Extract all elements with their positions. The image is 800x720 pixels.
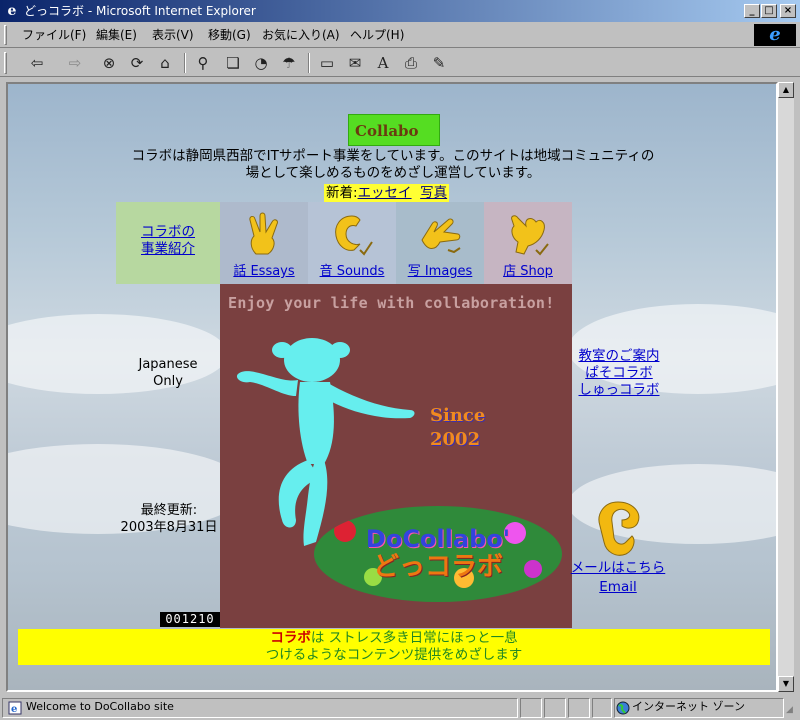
japanese-only-line-2: Only [153,374,183,389]
japanese-only-line-1: Japanese [138,357,198,372]
globe-icon [616,701,630,715]
minimize-button[interactable]: _ [744,4,760,18]
classroom-link[interactable]: 教室のご案内 [579,348,660,364]
menu-file[interactable]: ファイル(F) [22,28,86,42]
email-link[interactable]: Email [599,579,636,595]
status-pane-blank [544,698,566,718]
japanese-only: Japanese Only [118,356,218,390]
nav-business-line-1[interactable]: コラボの [141,224,195,240]
vertical-scrollbar[interactable]: ▲ ▼ [778,82,794,692]
hand-wave-icon [511,215,549,256]
news-photo-link[interactable]: 写真 [420,185,447,201]
mail-link[interactable]: メールはこちら [571,560,666,576]
menu-edit[interactable]: 編集(E) [96,28,137,42]
mail-hand-icon[interactable] [592,496,646,558]
svg-text:e: e [11,704,17,715]
since-line-2: 2002 [430,429,481,450]
nav-images[interactable]: 写 Images [396,202,484,284]
nav-shop-label[interactable]: 店 Shop [484,264,572,280]
zone-text: インターネット ゾーン [632,700,745,713]
hero-image: Enjoy your life with collaboration! Sinc… [220,284,572,628]
news-bar: 新着:エッセイ 写真 [324,184,450,202]
stop-button[interactable]: ⊗ [98,53,120,73]
ie-throbber-icon: e [754,24,796,46]
toolbar-grip [4,52,7,74]
news-prefix: 新着: [326,185,358,201]
channels-button[interactable]: ☂ [278,53,300,73]
nav-images-label[interactable]: 写 Images [396,264,484,280]
status-pane-blank [520,698,542,718]
mail-links: メールはこちら Email [570,559,666,597]
refresh-button[interactable]: ⟳ [126,53,148,73]
mission-banner: コラボは ストレス多き日常にほっと一息 つけるようなコンテンツ提供をめざします [18,629,770,665]
status-pane-blank [592,698,612,718]
menu-view[interactable]: 表示(V) [152,28,194,42]
shucollabo-link[interactable]: しゅっコラボ [579,382,660,398]
nav-sounds-label[interactable]: 音 Sounds [308,264,396,280]
banner-line-2: つけるようなコンテンツ提供をめざします [265,647,523,663]
mail-button[interactable]: ✉ [344,53,366,73]
nav-sounds[interactable]: 音 Sounds [308,202,396,284]
status-pane-blank [568,698,590,718]
intro-line-1: コラボは静岡県西部でITサポート事業をしています。このサイトは地域コミュニティの [131,148,655,164]
menu-bar: ファイル(F) 編集(E) 表示(V) 移動(G) お気に入り(A) ヘルプ(H… [0,22,800,48]
nav-business-line-2[interactable]: 事業紹介 [141,241,195,257]
window-title: どっコラボ - Microsoft Internet Explorer [24,4,256,18]
nav-business[interactable]: コラボの 事業紹介 [116,202,220,284]
menu-favorites[interactable]: お気に入り(A) [262,28,340,42]
status-text: Welcome to DoCollabo site [26,700,174,713]
scroll-down-button[interactable]: ▼ [778,676,794,692]
last-updated-date: 2003年8月31日 [120,520,218,535]
home-button[interactable]: ⌂ [154,53,176,73]
intro-text: コラボは静岡県西部でITサポート事業をしています。このサイトは地域コミュニティの… [108,148,678,182]
scroll-up-button[interactable]: ▲ [778,82,794,98]
hand-peace-icon [249,212,278,255]
nav-essays[interactable]: 話 Essays [220,202,308,284]
ie-icon: e [7,3,17,19]
nav-essays-label[interactable]: 話 Essays [220,264,308,280]
hero-logo-ja: どっコラボ [372,552,503,582]
since-text: Since 2002 [430,404,485,452]
font-button[interactable]: A [372,53,394,73]
title-bar: e どっコラボ - Microsoft Internet Explorer _ … [0,0,800,22]
resize-grip-icon[interactable]: ◢ [786,704,798,716]
page-content: Collabo コラボは静岡県西部でITサポート事業をしています。このサイトは地… [6,82,778,692]
hand-point-icon [421,218,461,254]
banner-line-1: は ストレス多き日常にほっと一息 [310,630,518,646]
maximize-button[interactable]: □ [761,4,777,18]
visitor-counter: 001210 [160,612,220,627]
hand-ok-icon [335,215,373,256]
close-button[interactable]: × [780,4,796,18]
status-bar: e Welcome to DoCollabo site インターネット ゾーン … [0,696,800,720]
collabo-logo[interactable]: Collabo [348,114,440,146]
news-essay-link[interactable]: エッセイ [358,185,412,201]
right-links: 教室のご案内 ぱそコラボ しゅっコラボ [574,348,664,399]
since-line-1: Since [430,405,486,426]
back-button[interactable]: ⇦ [22,53,52,73]
hero-logo-en: DoCollabo' [365,525,511,553]
menu-grip [4,25,7,45]
favorites-button[interactable]: ❏ [222,53,244,73]
forward-button[interactable]: ⇨ [60,53,90,73]
nav-shop[interactable]: 店 Shop [484,202,572,284]
fullscreen-button[interactable]: ▭ [316,53,338,73]
print-button[interactable]: ⎙ [400,53,422,73]
menu-go[interactable]: 移動(G) [208,28,251,42]
page-icon: e [8,701,22,715]
last-updated: 最終更新: 2003年8月31日 [112,502,226,536]
search-button[interactable]: ⚲ [192,53,214,73]
banner-brand: コラボ [270,630,311,646]
history-button[interactable]: ◔ [250,53,272,73]
edit-button[interactable]: ✎ [428,53,450,73]
logo-text: Collabo [355,122,419,140]
menu-help[interactable]: ヘルプ(H) [350,28,404,42]
intro-line-2: 場として楽しめるものをめざし運営しています。 [245,165,541,181]
toolbar-separator [184,53,186,73]
docollabo-logo: DoCollabo' どっコラボ [314,506,562,602]
toolbar: ⇦ ⇨ ⊗ ⟳ ⌂ ⚲ ❏ ◔ ☂ ▭ ✉ A ⎙ ✎ [0,49,800,77]
pasocollabo-link[interactable]: ぱそコラボ [585,365,653,381]
last-updated-label: 最終更新: [140,503,198,518]
toolbar-separator [308,53,310,73]
